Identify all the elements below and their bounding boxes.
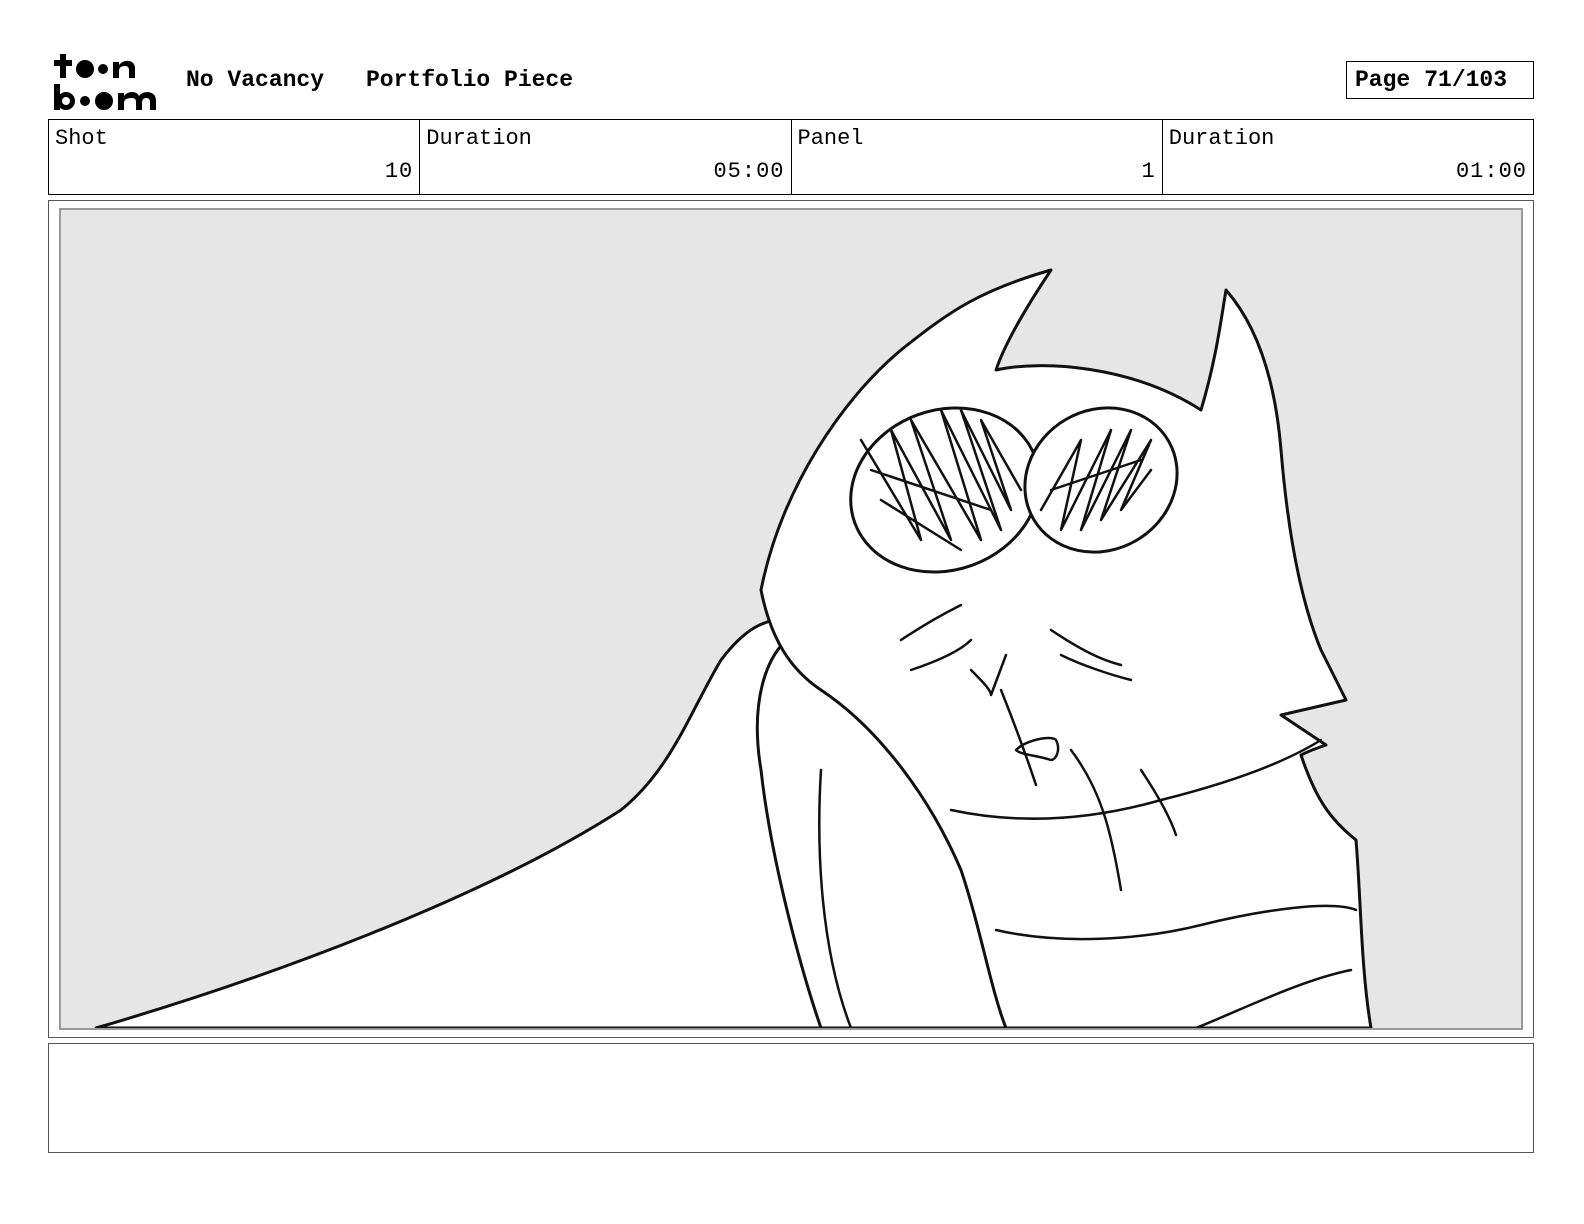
- page-indicator: Page 71/103: [1346, 61, 1534, 99]
- panel-value: 1: [1141, 159, 1156, 184]
- piece-title: Portfolio Piece: [366, 67, 574, 93]
- panel-duration-label: Duration: [1168, 126, 1275, 151]
- page-label: Page: [1355, 67, 1411, 93]
- panel-notes: [48, 1043, 1534, 1153]
- character-sketch: [94, 268, 1373, 1028]
- panel-cell: Panel 1: [792, 120, 1163, 194]
- arm-shape: [94, 613, 823, 1028]
- toon-boom-logo: [54, 54, 156, 110]
- shot-label: Shot: [55, 126, 108, 151]
- panel-duration-value: 01:00: [1455, 159, 1527, 184]
- storyboard-panel-drawing: [59, 208, 1523, 1030]
- shot-duration-label: Duration: [426, 126, 532, 151]
- panel-duration-cell: Duration 01:00: [1163, 120, 1533, 194]
- page-number: 71/103: [1424, 67, 1508, 93]
- shot-value: 10: [384, 159, 414, 184]
- project-title: No Vacancy: [186, 67, 325, 93]
- shot-duration-cell: Duration 05:00: [420, 120, 792, 194]
- panel-label: Panel: [797, 126, 864, 151]
- shot-duration-value: 05:00: [713, 159, 785, 184]
- shot-cell: Shot 10: [49, 120, 421, 194]
- shot-info-row: Shot 10 Duration 05:00 Panel 1 Duration …: [48, 119, 1534, 195]
